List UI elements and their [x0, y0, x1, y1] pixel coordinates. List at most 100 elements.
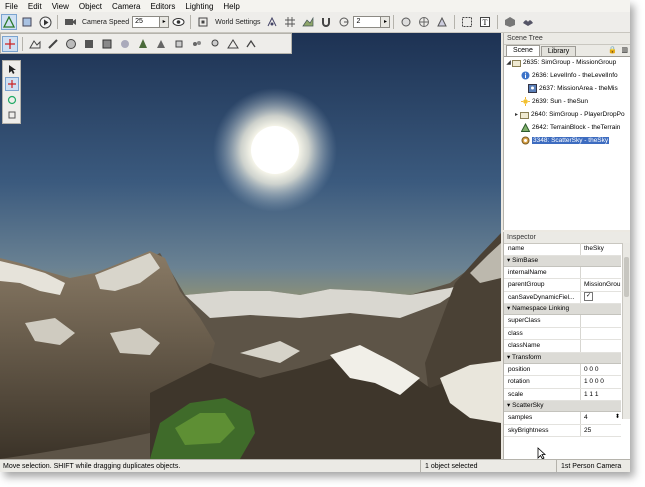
- position-field[interactable]: 0 0 0: [581, 364, 621, 376]
- main-toolbar: Camera Speed 25 ▸ World Settings 2 ▸ T: [0, 12, 630, 33]
- shape-tool-icon[interactable]: [171, 36, 187, 52]
- scrollbar-thumb[interactable]: [624, 257, 629, 297]
- eye-visibility-icon[interactable]: [170, 14, 186, 30]
- folder-icon: [520, 110, 529, 119]
- scene-tree-title: Scene Tree: [504, 33, 630, 45]
- render-options-icon[interactable]: [434, 14, 450, 30]
- menu-edit[interactable]: Edit: [23, 2, 47, 11]
- menu-bar: File Edit View Object Camera Editors Lig…: [0, 0, 630, 12]
- rotate-gizmo-icon[interactable]: [5, 93, 19, 106]
- particle-editor-icon[interactable]: [520, 14, 536, 30]
- text-tool-icon[interactable]: T: [477, 14, 493, 30]
- menu-camera[interactable]: Camera: [107, 2, 145, 11]
- datablock-tool-icon[interactable]: [243, 36, 259, 52]
- world-editor-icon[interactable]: [1, 14, 17, 30]
- menu-view[interactable]: View: [47, 2, 74, 11]
- snap-value-input[interactable]: 2: [353, 16, 382, 28]
- magnet-snap-icon[interactable]: [318, 14, 334, 30]
- status-camera[interactable]: 1st Person Camera: [556, 460, 630, 472]
- spinner-icon[interactable]: ⬍: [615, 412, 620, 423]
- group-header-namespace[interactable]: ▾ Namespace Linking: [504, 304, 621, 315]
- snap-to-terrain-icon[interactable]: [300, 14, 316, 30]
- field-label: parentGroup: [504, 279, 581, 291]
- field-label: samples: [504, 412, 581, 424]
- can-save-checkbox[interactable]: ✓: [584, 292, 593, 302]
- select-arrow-icon[interactable]: [5, 62, 19, 75]
- camera-icon[interactable]: [62, 14, 78, 30]
- rotation-snap-icon[interactable]: [336, 14, 352, 30]
- status-hint: Move selection. SHIFT while dragging dup…: [3, 463, 181, 470]
- material-tool-icon[interactable]: [153, 36, 169, 52]
- menu-file[interactable]: File: [0, 2, 23, 11]
- menu-lighting[interactable]: Lighting: [180, 2, 218, 11]
- menu-object[interactable]: Object: [74, 2, 107, 11]
- shape-library-icon[interactable]: [502, 14, 518, 30]
- inspector-scrollbar[interactable]: [622, 243, 630, 419]
- field-row: skyBrightness 25: [504, 424, 621, 437]
- name-field[interactable]: theSky: [581, 243, 621, 255]
- terrain-painter-icon[interactable]: [19, 14, 35, 30]
- parent-group-field[interactable]: MissionGrou: [581, 279, 621, 291]
- terrain-tool-icon[interactable]: [27, 36, 43, 52]
- tree-item[interactable]: 2642: TerrainBlock - theTerrain: [504, 121, 629, 134]
- field-row: className: [504, 340, 621, 353]
- camera-speed-input[interactable]: 25: [132, 16, 161, 28]
- tab-scene[interactable]: Scene: [506, 45, 540, 56]
- menu-editors[interactable]: Editors: [145, 2, 180, 11]
- play-game-icon[interactable]: [37, 14, 53, 30]
- light-tool-icon[interactable]: [207, 36, 223, 52]
- toolbar-separator: [454, 15, 456, 29]
- class-name-field[interactable]: [581, 340, 621, 352]
- particle-tool-icon[interactable]: [189, 36, 205, 52]
- terrain-icon: [521, 123, 530, 132]
- scale-field[interactable]: 1 1 1: [581, 389, 621, 401]
- tree-item[interactable]: ◢ 2635: SimGroup - MissionGroup: [504, 56, 629, 69]
- move-tool-icon[interactable]: [2, 35, 18, 52]
- group-header-transform[interactable]: ▾ Transform: [504, 352, 621, 364]
- field-label: name: [504, 243, 581, 255]
- menu-help[interactable]: Help: [218, 2, 244, 11]
- collapse-arrow-icon[interactable]: ◢: [505, 59, 512, 66]
- field-label: skyBrightness: [504, 424, 581, 436]
- cube-tool-icon[interactable]: [81, 36, 97, 52]
- lock-icon[interactable]: 🔒: [608, 46, 617, 54]
- tree-item[interactable]: 2637: MissionArea - theMis: [504, 82, 629, 95]
- samples-field[interactable]: 4 ⬍: [581, 412, 621, 424]
- group-header-simbase[interactable]: ▾ SimBase: [504, 255, 621, 267]
- info-icon: [521, 71, 530, 80]
- group-header-scattersky[interactable]: ▾ ScatterSky: [504, 401, 621, 412]
- snap-to-object-icon[interactable]: [264, 14, 280, 30]
- tree-item-selected[interactable]: 3348: ScatterSky - theSky: [504, 134, 629, 147]
- mission-area-icon: [528, 84, 537, 93]
- camera-speed-arrow-icon[interactable]: ▸: [160, 16, 170, 28]
- sky-brightness-field[interactable]: 25: [581, 425, 621, 437]
- expand-arrow-icon[interactable]: ▸: [513, 111, 520, 118]
- super-class-field[interactable]: [581, 315, 621, 327]
- tab-library[interactable]: Library: [540, 46, 577, 56]
- tree-item[interactable]: ▸ 2640: SimGroup - PlayerDropPo: [504, 108, 629, 121]
- select-mode-icon[interactable]: [459, 14, 475, 30]
- navmesh-tool-icon[interactable]: [225, 36, 241, 52]
- internal-name-field[interactable]: [581, 267, 621, 279]
- 3d-viewport[interactable]: [0, 33, 501, 459]
- visibility-layers-icon[interactable]: [416, 14, 432, 30]
- tree-item[interactable]: 2636: LevelInfo - theLevelInfo: [504, 69, 629, 82]
- forest-tool-icon[interactable]: [135, 36, 151, 52]
- svg-text:T: T: [483, 18, 488, 27]
- class-field[interactable]: [581, 328, 621, 340]
- lighting-icon[interactable]: [398, 14, 414, 30]
- transform-tools-palette: [2, 60, 21, 124]
- sphere-tool-icon[interactable]: [63, 36, 79, 52]
- road-tool-icon[interactable]: [45, 36, 61, 52]
- trash-icon[interactable]: ▥: [621, 46, 628, 54]
- rotation-field[interactable]: 1 0 0 0: [581, 376, 621, 388]
- world-settings-label[interactable]: World Settings: [215, 19, 260, 26]
- scale-gizmo-icon[interactable]: [5, 109, 19, 122]
- grid-snap-icon[interactable]: [282, 14, 298, 30]
- fit-view-icon[interactable]: [195, 14, 211, 30]
- tree-item[interactable]: 2639: Sun - theSun: [504, 95, 629, 108]
- mesh-tool-icon[interactable]: [99, 36, 115, 52]
- decal-tool-icon[interactable]: [117, 36, 133, 52]
- move-gizmo-icon[interactable]: [4, 77, 19, 92]
- snap-value-arrow-icon[interactable]: ▸: [381, 16, 391, 28]
